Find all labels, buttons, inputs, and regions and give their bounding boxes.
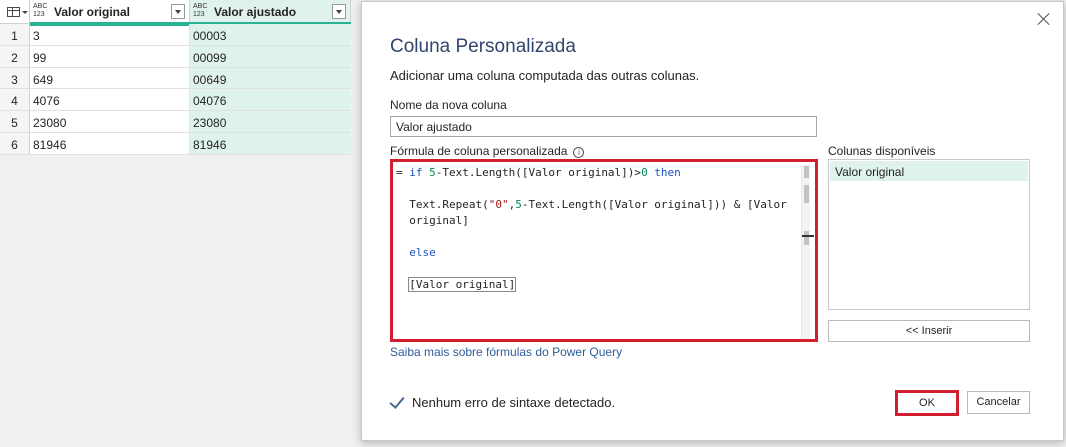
- scrollbar-thumb[interactable]: [804, 166, 809, 178]
- new-column-name-label: Nome da nova coluna: [390, 98, 507, 112]
- formula-label: Fórmula de coluna personalizada: [390, 144, 568, 158]
- formula-expression: Text.Repeat(: [409, 198, 489, 211]
- available-columns-label: Colunas disponíveis: [828, 144, 936, 158]
- type-icon-123: 123: [33, 11, 45, 18]
- row-number[interactable]: 2: [0, 45, 30, 67]
- insert-button[interactable]: << Inserir: [828, 320, 1030, 342]
- formula-expression: original]: [409, 214, 469, 227]
- cell-valor-original[interactable]: 81946: [30, 132, 190, 154]
- column-name: Valor original: [54, 5, 131, 19]
- table-menu-icon[interactable]: [0, 0, 30, 24]
- column-header-valor-original[interactable]: ABC 123 Valor original: [30, 0, 190, 24]
- formula-prefix: =: [396, 166, 410, 179]
- formula-variable: [Valor original]: [408, 277, 517, 292]
- data-grid: ABC 123 Valor original ABC 123 Valor aju…: [0, 0, 351, 155]
- cell-valor-ajustado[interactable]: 23080: [190, 111, 351, 132]
- ok-button[interactable]: OK: [895, 390, 959, 416]
- cell-valor-original[interactable]: 23080: [30, 111, 190, 132]
- available-columns-list[interactable]: Valor original: [828, 159, 1030, 310]
- formula-number: 5: [429, 166, 436, 179]
- close-icon[interactable]: [1035, 10, 1053, 28]
- formula-string: "0": [488, 198, 509, 211]
- cell-valor-ajustado[interactable]: 00649: [190, 67, 351, 89]
- cell-valor-ajustado[interactable]: 04076: [190, 89, 351, 111]
- dialog-subtitle: Adicionar uma coluna computada das outra…: [390, 68, 700, 83]
- formula-scrollbar[interactable]: [801, 165, 814, 339]
- cell-valor-ajustado[interactable]: 81946: [190, 132, 351, 154]
- cell-valor-original[interactable]: 3: [30, 24, 190, 45]
- cell-valor-original[interactable]: 4076: [30, 89, 190, 111]
- row-number[interactable]: 5: [0, 111, 30, 132]
- table-row[interactable]: 5 23080 23080: [0, 111, 351, 133]
- info-icon[interactable]: i: [573, 147, 585, 158]
- check-icon: [390, 395, 406, 409]
- list-item[interactable]: Valor original: [830, 161, 1028, 181]
- filter-dropdown-icon[interactable]: [332, 4, 346, 19]
- cell-valor-ajustado[interactable]: 00099: [190, 45, 351, 67]
- formula-keyword-if: if: [409, 166, 423, 179]
- cell-valor-original[interactable]: 99: [30, 45, 190, 67]
- column-name: Valor ajustado: [214, 5, 297, 19]
- type-any-icon[interactable]: ABC 123: [33, 3, 51, 19]
- formula-editor[interactable]: = if 5-Text.Length([Valor original])>0 t…: [390, 159, 818, 342]
- table-row[interactable]: 4 4076 04076: [0, 89, 351, 112]
- custom-column-dialog: Coluna Personalizada Adicionar uma colun…: [361, 1, 1064, 441]
- grid-header: ABC 123 Valor original ABC 123 Valor aju…: [0, 0, 351, 26]
- table-icon: [7, 7, 20, 17]
- status-text: Nenhum erro de sintaxe detectado.: [412, 395, 616, 410]
- filter-dropdown-icon[interactable]: [171, 4, 185, 19]
- formula-number: 0: [641, 166, 648, 179]
- grid-rows: 1 3 00003 2 99 00099 3 649 00649 4 4076 …: [0, 24, 351, 155]
- formula-number: 5: [515, 198, 522, 211]
- scrollbar-marker: [802, 235, 814, 237]
- formula-keyword-else: else: [409, 246, 436, 259]
- row-number[interactable]: 4: [0, 89, 30, 111]
- dialog-title: Coluna Personalizada: [390, 36, 576, 57]
- type-icon-abc: ABC: [193, 3, 208, 10]
- row-number[interactable]: 1: [0, 24, 30, 45]
- column-header-valor-ajustado[interactable]: ABC 123 Valor ajustado: [190, 0, 351, 24]
- table-row[interactable]: 6 81946 81946: [0, 132, 351, 155]
- help-link[interactable]: Saiba mais sobre fórmulas do Power Query: [390, 345, 622, 359]
- formula-text[interactable]: = if 5-Text.Length([Valor original])>0 t…: [396, 165, 801, 339]
- formula-expression: -Text.Length([Valor original])>: [435, 166, 642, 179]
- cancel-button[interactable]: Cancelar: [967, 391, 1030, 414]
- type-any-icon[interactable]: ABC 123: [193, 3, 211, 19]
- syntax-status: Nenhum erro de sintaxe detectado.: [390, 395, 615, 410]
- formula-expression: -Text.Length([Valor original])) & [Valor: [521, 198, 787, 211]
- cell-valor-ajustado[interactable]: 00003: [190, 24, 351, 45]
- new-column-name-input[interactable]: [390, 116, 817, 137]
- formula-keyword-then: then: [654, 166, 681, 179]
- type-icon-123: 123: [193, 11, 205, 18]
- table-row[interactable]: 3 649 00649: [0, 67, 351, 90]
- cell-valor-original[interactable]: 649: [30, 67, 190, 89]
- scrollbar-thumb[interactable]: [804, 185, 809, 203]
- row-number[interactable]: 6: [0, 132, 30, 154]
- row-number[interactable]: 3: [0, 67, 30, 89]
- formula-label-row: Fórmula de coluna personalizada i: [390, 144, 585, 158]
- chevron-down-icon: [22, 11, 28, 14]
- table-row[interactable]: 2 99 00099: [0, 45, 351, 68]
- table-row[interactable]: 1 3 00003: [0, 24, 351, 46]
- scrollbar-thumb[interactable]: [804, 231, 809, 245]
- type-icon-abc: ABC: [33, 3, 48, 10]
